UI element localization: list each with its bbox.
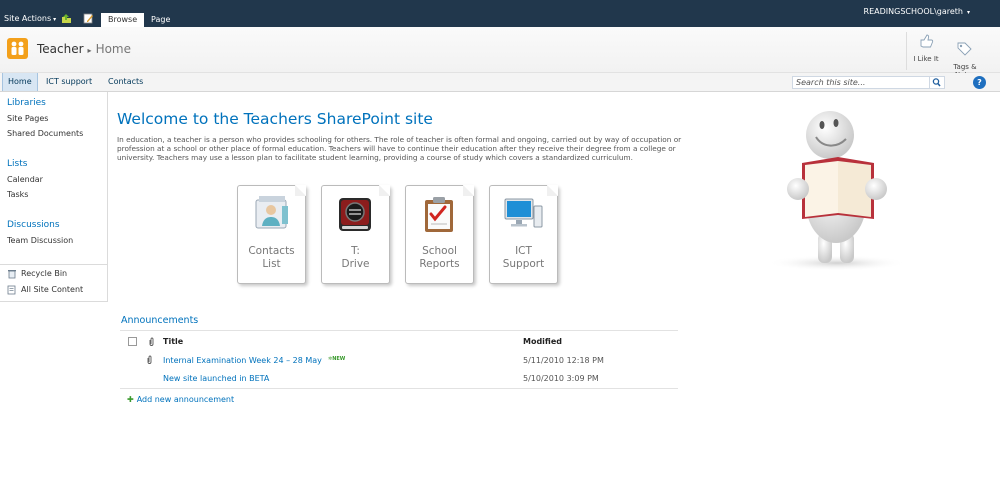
site-logo[interactable] <box>7 38 28 59</box>
tile-school-reports[interactable]: School Reports <box>405 185 474 284</box>
reading-figure-image <box>767 111 907 271</box>
page-fold <box>295 185 306 196</box>
ql-all-site-content[interactable]: All Site Content <box>21 285 83 294</box>
site-actions-menu[interactable]: Site Actions ▾ <box>4 14 56 23</box>
tile-t-drive[interactable]: T: Drive <box>321 185 390 284</box>
column-header-modified[interactable]: Modified <box>523 337 562 346</box>
tags-notes-icon <box>957 42 972 56</box>
ql-link-tasks[interactable]: Tasks <box>7 190 28 199</box>
divider <box>120 330 678 331</box>
all-site-content-icon <box>7 285 16 295</box>
site-actions-label: Site Actions <box>4 14 52 23</box>
recycle-bin-icon <box>8 270 16 279</box>
column-header-title[interactable]: Title <box>163 337 183 346</box>
announcements-title[interactable]: Announcements <box>121 315 198 326</box>
search-button[interactable] <box>930 76 945 89</box>
chevron-down-icon: ▾ <box>53 16 57 23</box>
page-fold <box>379 185 390 196</box>
tile-label: T: Drive <box>341 245 370 270</box>
ql-link-team-discussion[interactable]: Team Discussion <box>7 236 73 245</box>
thumbs-up-icon <box>920 34 934 48</box>
contacts-list-icon <box>255 196 288 229</box>
announcement-modified: 5/11/2010 12:18 PM <box>523 356 604 365</box>
tile-label: ICT Support <box>502 245 545 270</box>
select-all-checkbox[interactable] <box>128 337 137 346</box>
tile-label: Contacts List <box>248 245 295 270</box>
announcement-modified: 5/10/2010 3:09 PM <box>523 374 599 383</box>
computer-icon <box>504 198 543 228</box>
plus-icon: ✚ <box>127 395 134 404</box>
edit-page-icon[interactable] <box>83 13 94 24</box>
ql-link-shared-documents[interactable]: Shared Documents <box>7 129 83 138</box>
ribbon-bar: Site Actions ▾ Browse Page READINGSCHOOL\… <box>0 0 1000 27</box>
breadcrumb-arrow-icon: ▸ <box>87 46 92 55</box>
tab-browse[interactable]: Browse <box>101 13 145 27</box>
top-navigation: Home ICT support Contacts Search this si… <box>0 73 1000 92</box>
tile-ict-support[interactable]: ICT Support <box>489 185 558 284</box>
ql-heading-libraries[interactable]: Libraries <box>7 98 46 108</box>
people-logo-icon <box>11 41 24 55</box>
clipboard-report-icon <box>425 197 453 232</box>
add-announcement-label: Add new announcement <box>136 395 235 404</box>
page-heading: Welcome to the Teachers SharePoint site <box>117 110 433 128</box>
announcement-title-link[interactable]: Internal Examination Week 24 – 28 May <box>163 356 322 365</box>
divider <box>120 388 678 389</box>
page-fold <box>547 185 558 196</box>
tile-contacts-list[interactable]: Contacts List <box>237 185 306 284</box>
page-fold <box>463 185 474 196</box>
user-menu[interactable]: READINGSCHOOL\gareth ▾ <box>864 7 970 16</box>
search-icon <box>932 78 941 87</box>
nav-home[interactable]: Home <box>2 73 38 91</box>
navigate-up-icon[interactable] <box>61 13 72 24</box>
site-title-link[interactable]: Teacher <box>37 42 84 56</box>
search-input[interactable]: Search this site... <box>792 76 930 89</box>
attachment-icon <box>149 337 154 346</box>
ql-heading-discussions[interactable]: Discussions <box>7 220 60 230</box>
chevron-down-icon: ▾ <box>966 9 970 16</box>
attachment-icon <box>147 355 152 364</box>
divider <box>906 32 907 70</box>
tile-label: School Reports <box>419 245 460 270</box>
i-like-it-label: I Like It <box>913 55 939 63</box>
ql-recycle-bin[interactable]: Recycle Bin <box>21 269 67 278</box>
ql-link-site-pages[interactable]: Site Pages <box>7 114 48 123</box>
new-badge-label: NEW <box>332 356 346 362</box>
drive-icon <box>339 198 371 231</box>
divider <box>0 264 107 265</box>
tab-page[interactable]: Page <box>144 13 177 27</box>
title-area: Teacher▸Home I Like It Tags & Notes <box>0 27 1000 79</box>
breadcrumb: Teacher ▸ Home <box>37 42 131 56</box>
add-announcement-link[interactable]: ✚ Add new announcement <box>127 395 234 404</box>
i-like-it-button[interactable]: I Like It <box>912 32 940 63</box>
ql-link-calendar[interactable]: Calendar <box>7 175 43 184</box>
ql-heading-lists[interactable]: Lists <box>7 159 27 169</box>
page-title: Home <box>95 42 131 56</box>
new-badge: ✲NEW <box>328 356 345 362</box>
help-icon[interactable]: ? <box>973 76 986 89</box>
nav-contacts[interactable]: Contacts <box>103 73 148 91</box>
quick-launch: Libraries Site Pages Shared Documents Li… <box>0 92 108 302</box>
nav-ict-support[interactable]: ICT support <box>41 73 97 91</box>
user-name: READINGSCHOOL\gareth <box>863 7 963 16</box>
intro-text: In education, a teacher is a person who … <box>117 135 682 162</box>
announcement-title-link[interactable]: New site launched in BETA <box>163 374 269 383</box>
